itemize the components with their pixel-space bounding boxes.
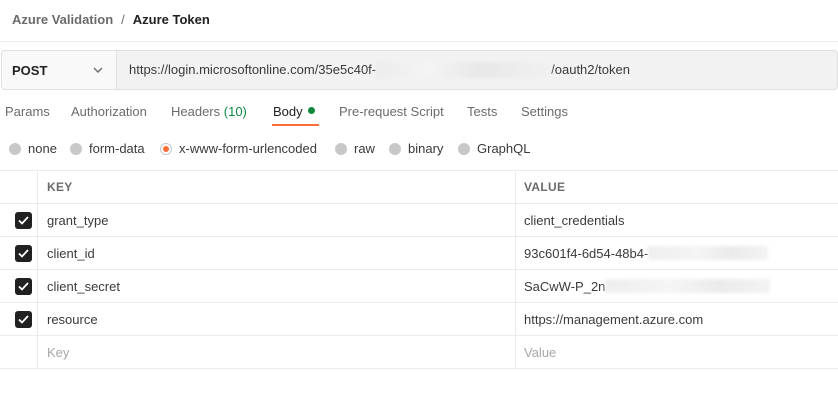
- tab-headers[interactable]: Headers (10): [171, 104, 247, 119]
- url-suffix: /oauth2/token: [551, 61, 630, 77]
- tab-settings[interactable]: Settings: [521, 104, 568, 119]
- param-key: client_secret: [47, 278, 120, 294]
- tab-settings-label: Settings: [521, 104, 568, 119]
- breadcrumb-separator: /: [121, 11, 125, 27]
- row-check-cell: [0, 204, 38, 236]
- check-icon: [18, 282, 29, 291]
- url-redacted: [376, 62, 552, 79]
- url-input[interactable]: https://login.microsoftonline.com/35e5c4…: [117, 51, 837, 89]
- header-key-cell: KEY: [38, 171, 516, 203]
- key-cell[interactable]: grant_type: [38, 204, 516, 236]
- check-icon: [18, 249, 29, 258]
- tab-body[interactable]: Body: [273, 104, 315, 119]
- row-enabled-checkbox[interactable]: [15, 212, 32, 229]
- check-icon: [18, 315, 29, 324]
- row-check-cell: [0, 270, 38, 302]
- check-icon: [18, 216, 29, 225]
- new-param-row: Key Value: [0, 336, 838, 369]
- tab-headers-label: Headers: [171, 104, 221, 119]
- param-key: grant_type: [47, 212, 109, 228]
- header-check-cell: [0, 171, 38, 203]
- body-type-raw-label: raw: [354, 141, 375, 156]
- key-cell[interactable]: client_id: [38, 237, 516, 269]
- value-cell[interactable]: 93c601f4-6d54-48b4-: [516, 237, 838, 269]
- value-placeholder: Value: [524, 344, 557, 360]
- radio-icon: [335, 142, 347, 155]
- key-cell[interactable]: resource: [38, 303, 516, 335]
- chevron-down-icon: [93, 67, 103, 73]
- body-type-graphql[interactable]: GraphQL: [458, 141, 530, 156]
- radio-icon: [70, 142, 82, 155]
- key-cell[interactable]: client_secret: [38, 270, 516, 302]
- header-divider: [0, 41, 838, 42]
- param-value: SaCwW-P_2n: [524, 278, 606, 294]
- value-column-header: VALUE: [524, 180, 566, 194]
- key-placeholder: Key: [47, 344, 70, 360]
- value-redacted: [605, 279, 771, 293]
- table-header-row: KEY VALUE: [0, 171, 838, 204]
- value-cell[interactable]: SaCwW-P_2n: [516, 270, 838, 302]
- body-type-graphql-label: GraphQL: [477, 141, 531, 156]
- param-key: client_id: [47, 245, 95, 261]
- method-select[interactable]: POST: [2, 51, 117, 89]
- body-type-none-label: none: [28, 141, 57, 156]
- active-tab-indicator: [272, 124, 319, 126]
- body-type-x-www-form-urlencoded-label: x-www-form-urlencoded: [179, 141, 317, 156]
- radio-icon: [9, 142, 21, 155]
- new-key-input[interactable]: Key: [38, 336, 516, 368]
- value-cell[interactable]: https://management.azure.com: [516, 303, 838, 335]
- param-value: 93c601f4-6d54-48b4-: [524, 245, 649, 261]
- param-key: resource: [47, 311, 98, 327]
- row-enabled-checkbox[interactable]: [15, 311, 32, 328]
- table-row: client_id 93c601f4-6d54-48b4-: [0, 237, 838, 270]
- body-type-binary-label: binary: [408, 141, 444, 156]
- row-enabled-checkbox[interactable]: [15, 245, 32, 262]
- value-cell[interactable]: client_credentials: [516, 204, 838, 236]
- table-row: client_secret SaCwW-P_2n: [0, 270, 838, 303]
- table-row: grant_type client_credentials: [0, 204, 838, 237]
- radio-selected-icon: [160, 142, 172, 155]
- row-enabled-checkbox[interactable]: [15, 278, 32, 295]
- body-type-form-data-label: form-data: [89, 141, 145, 156]
- row-check-cell: [0, 237, 38, 269]
- tab-params[interactable]: Params: [5, 104, 50, 119]
- tab-params-label: Params: [5, 104, 50, 119]
- tab-pre-request-script[interactable]: Pre-request Script: [339, 104, 444, 119]
- value-redacted: [648, 246, 769, 260]
- body-type-binary[interactable]: binary: [389, 141, 443, 156]
- body-type-x-www-form-urlencoded[interactable]: x-www-form-urlencoded: [160, 141, 317, 156]
- body-params-table: KEY VALUE grant_type client_credentials …: [0, 170, 838, 369]
- table-row: resource https://management.azure.com: [0, 303, 838, 336]
- tab-tests[interactable]: Tests: [467, 104, 497, 119]
- tab-body-label: Body: [273, 104, 303, 119]
- key-column-header: KEY: [47, 180, 73, 194]
- tab-pre-request-script-label: Pre-request Script: [339, 104, 444, 119]
- url-prefix: https://login.microsoftonline.com/35e5c4…: [129, 61, 377, 77]
- param-value: https://management.azure.com: [524, 311, 704, 327]
- body-type-raw[interactable]: raw: [335, 141, 375, 156]
- header-value-cell: VALUE: [516, 171, 838, 203]
- body-type-none[interactable]: none: [9, 141, 57, 156]
- headers-count-badge: (10): [223, 104, 247, 119]
- breadcrumb: Azure Validation / Azure Token: [12, 10, 210, 28]
- method-label: POST: [12, 62, 48, 78]
- request-title[interactable]: Azure Token: [133, 12, 210, 27]
- request-bar: POST https://login.microsoftonline.com/3…: [1, 50, 838, 90]
- new-value-input[interactable]: Value: [516, 336, 838, 368]
- body-type-form-data[interactable]: form-data: [70, 141, 145, 156]
- tab-authorization-label: Authorization: [71, 104, 147, 119]
- tab-authorization[interactable]: Authorization: [71, 104, 147, 119]
- body-status-dot: [307, 107, 315, 114]
- radio-icon: [458, 142, 470, 155]
- breadcrumb-collection[interactable]: Azure Validation: [12, 12, 113, 27]
- radio-icon: [389, 142, 401, 155]
- row-check-cell: [0, 336, 38, 368]
- tab-tests-label: Tests: [467, 104, 498, 119]
- row-check-cell: [0, 303, 38, 335]
- param-value: client_credentials: [524, 212, 625, 228]
- url-text: https://login.microsoftonline.com/35e5c4…: [129, 62, 630, 79]
